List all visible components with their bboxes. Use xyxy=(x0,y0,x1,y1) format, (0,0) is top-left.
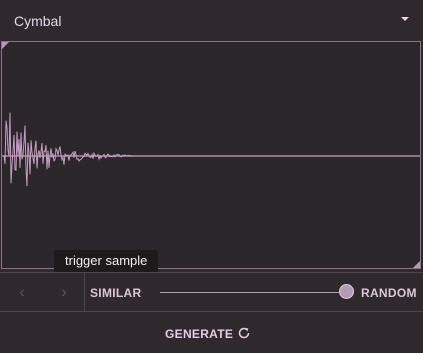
generate-label: GENERATE xyxy=(165,327,234,341)
waveform-graph xyxy=(2,112,420,187)
similar-label: SIMILAR xyxy=(90,286,142,300)
chevron-down-icon[interactable] xyxy=(401,17,409,21)
waveform-display[interactable] xyxy=(1,41,421,269)
sample-header[interactable]: Cymbal xyxy=(0,0,423,40)
refresh-icon xyxy=(238,327,250,339)
next-button[interactable]: › xyxy=(52,281,76,305)
generate-button[interactable]: GENERATE xyxy=(0,312,423,353)
sample-type-label: Cymbal xyxy=(14,13,62,29)
previous-button[interactable]: ‹ xyxy=(10,281,34,305)
similarity-slider-track[interactable] xyxy=(160,292,347,293)
random-label: RANDOM xyxy=(361,286,417,300)
tooltip: trigger sample xyxy=(54,250,159,272)
corner-handle-bottom-right xyxy=(413,261,420,268)
waveform-line xyxy=(3,112,133,187)
similarity-controls: ‹ › SIMILAR RANDOM xyxy=(0,272,423,312)
divider xyxy=(84,273,85,311)
similarity-slider-thumb[interactable] xyxy=(339,284,354,299)
